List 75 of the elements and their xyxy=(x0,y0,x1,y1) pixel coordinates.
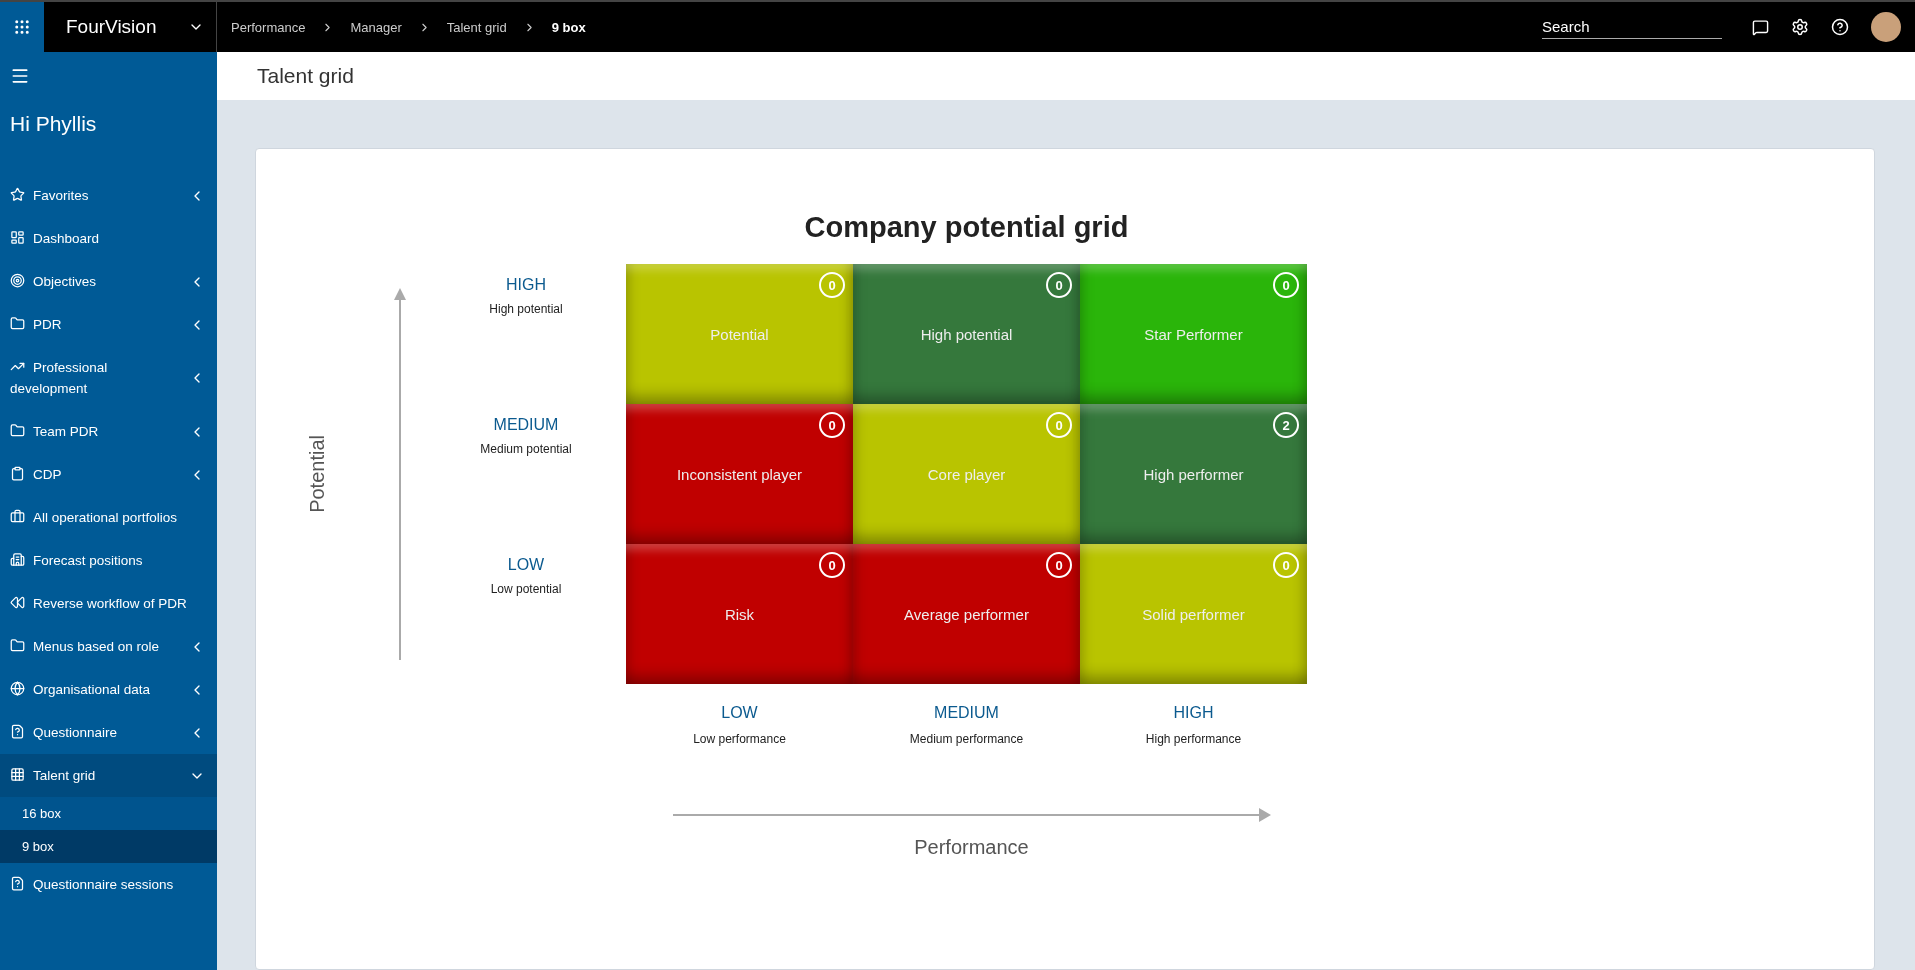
count-badge: 0 xyxy=(819,552,845,578)
row-level-label: MEDIUM xyxy=(493,416,559,434)
breadcrumb-link[interactable]: Manager xyxy=(350,19,402,35)
sidebar-subitem[interactable]: 16 box xyxy=(0,797,217,830)
grid-cell[interactable]: High potential 0 xyxy=(853,264,1080,404)
grid-dots-icon xyxy=(13,18,31,36)
globe-icon xyxy=(10,681,25,696)
building-icon xyxy=(10,552,25,567)
folder-icon xyxy=(10,423,25,438)
breadcrumb-link[interactable]: Performance xyxy=(231,19,306,35)
grid-cell[interactable]: Inconsistent player 0 xyxy=(626,404,853,544)
count-badge: 0 xyxy=(1046,272,1072,298)
sidebar-item[interactable]: Reverse workflow of PDR xyxy=(0,582,217,625)
sidebar-item[interactable]: Questionnaire xyxy=(0,711,217,754)
column-sublabel: Medium performance xyxy=(909,732,1024,746)
target-icon xyxy=(10,273,25,288)
column-sublabel: High performance xyxy=(1145,732,1242,746)
star-icon xyxy=(10,187,25,202)
row-level-label: HIGH xyxy=(506,276,546,294)
avatar[interactable] xyxy=(1871,12,1901,42)
column-level-label: HIGH xyxy=(1173,704,1214,722)
breadcrumb-link[interactable]: Talent grid xyxy=(446,19,507,35)
sidebar-subitem[interactable]: 9 box xyxy=(0,830,217,863)
sidebar-item[interactable]: Menus based on role xyxy=(0,625,217,668)
count-badge: 0 xyxy=(1046,412,1072,438)
sidebar-item[interactable]: Forecast positions xyxy=(0,539,217,582)
sidebar-item[interactable]: Organisational data xyxy=(0,668,217,711)
count-badge: 2 xyxy=(1273,412,1299,438)
settings-icon[interactable] xyxy=(1791,18,1809,36)
rewind-icon xyxy=(10,595,25,610)
up-arrow-icon xyxy=(394,288,406,660)
column-level-label: MEDIUM xyxy=(934,704,999,722)
form-icon xyxy=(10,724,25,739)
row-sublabel: Medium potential xyxy=(480,442,572,456)
count-badge: 0 xyxy=(1046,552,1072,578)
sidebar-item[interactable]: Questionnaire sessions xyxy=(0,863,217,906)
grid-cell[interactable]: High performer 2 xyxy=(1080,404,1307,544)
chat-icon[interactable] xyxy=(1752,18,1769,36)
sidebar-item[interactable]: Team PDR xyxy=(0,410,217,453)
right-arrow-icon xyxy=(672,808,1271,822)
row-level-label: LOW xyxy=(507,556,545,574)
row-sublabel: Low potential xyxy=(490,582,562,596)
sidebar-item[interactable]: Dashboard xyxy=(0,217,217,260)
page-title: Talent grid xyxy=(257,64,354,88)
count-badge: 0 xyxy=(1273,272,1299,298)
grid-cell[interactable]: Average performer 0 xyxy=(853,544,1080,684)
app-launcher-button[interactable] xyxy=(0,2,44,52)
axis-label: Potential xyxy=(306,435,329,513)
row-sublabel: High potential xyxy=(489,302,563,316)
count-badge: 0 xyxy=(819,412,845,438)
grid-cell[interactable]: Risk 0 xyxy=(626,544,853,684)
form-icon xyxy=(10,876,25,891)
folder-icon xyxy=(10,316,25,331)
briefcase-icon xyxy=(10,509,25,524)
count-badge: 0 xyxy=(1273,552,1299,578)
column-level-label: LOW xyxy=(721,704,758,722)
breadcrumb-link[interactable]: 9 box xyxy=(551,19,586,35)
grid-title: Company potential grid xyxy=(803,211,1130,244)
clipboard-icon xyxy=(10,466,25,481)
sidebar-item[interactable]: Objectives xyxy=(0,260,217,303)
dashboard-icon xyxy=(10,230,25,245)
sidebar-item[interactable]: All operational portfolios xyxy=(0,496,217,539)
greeting: Hi Phyllis xyxy=(9,111,98,137)
sidebar-item[interactable]: Talent grid xyxy=(0,754,217,797)
folder-icon xyxy=(10,638,25,653)
help-icon[interactable] xyxy=(1831,18,1849,36)
sidebar-item[interactable]: CDP xyxy=(0,453,217,496)
search-field[interactable]: Search xyxy=(1542,15,1722,39)
sidebar-item[interactable]: PDR xyxy=(0,303,217,346)
count-badge: 0 xyxy=(819,272,845,298)
axis-label: Performance xyxy=(914,836,1029,859)
grid-icon xyxy=(10,767,25,782)
sidebar-item[interactable]: Favorites xyxy=(0,174,217,217)
sidebar-item[interactable]: Professional development xyxy=(0,346,217,410)
column-sublabel: Low performance xyxy=(693,732,786,746)
